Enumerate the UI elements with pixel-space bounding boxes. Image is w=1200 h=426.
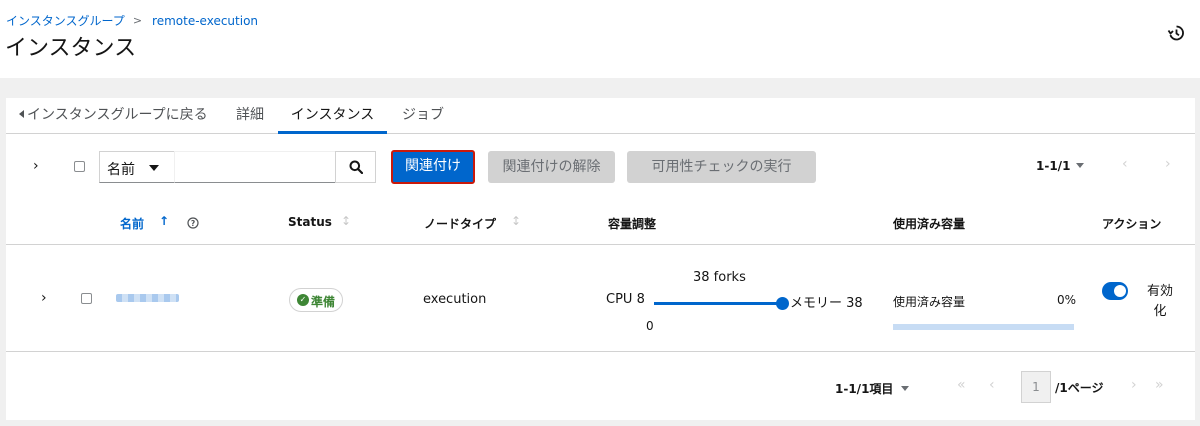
previous-page-icon[interactable]: ‹ <box>1122 156 1128 172</box>
instance-name-link[interactable] <box>116 294 179 302</box>
tab-back-to-instance-groups[interactable]: インスタンスグループに戻る <box>19 98 208 134</box>
column-header-used-capacity: 使用済み容量 <box>893 217 966 231</box>
instances-card: インスタンスグループに戻る 詳細 インスタンス ジョブ › 名前 関連付け 関連… <box>6 98 1195 420</box>
next-page-icon[interactable]: › <box>1131 377 1137 393</box>
breadcrumb: インスタンスグループ > remote-execution <box>6 12 258 29</box>
column-header-name[interactable]: 名前 <box>120 215 144 232</box>
enabled-label: 有効化 <box>1146 284 1173 319</box>
search-button[interactable] <box>335 151 376 183</box>
last-page-icon[interactable]: » <box>1155 377 1164 393</box>
toggle-knob <box>1114 285 1126 297</box>
chevron-down-icon <box>149 165 159 171</box>
column-header-actions: アクション <box>1102 217 1162 231</box>
next-page-icon[interactable]: › <box>1165 156 1171 172</box>
used-capacity-bar <box>893 324 1074 330</box>
history-icon[interactable] <box>1167 24 1185 42</box>
caret-down-icon <box>901 386 910 391</box>
caret-left-icon <box>19 110 24 118</box>
slider-min-label: 0 <box>646 319 654 333</box>
tab-details[interactable]: 詳細 <box>236 98 264 134</box>
filter-attribute-select[interactable]: 名前 <box>99 151 175 183</box>
sort-icon[interactable]: ↕ <box>341 214 351 228</box>
used-capacity-label: 使用済み容量 <box>893 295 966 309</box>
column-header-node-type[interactable]: ノードタイプ <box>424 215 496 232</box>
breadcrumb-separator: > <box>132 14 143 27</box>
cpu-label: CPU 8 <box>606 292 645 307</box>
tab-bar: インスタンスグループに戻る 詳細 インスタンス ジョブ <box>6 98 1195 134</box>
svg-text:?: ? <box>191 219 195 228</box>
enabled-toggle[interactable] <box>1102 282 1128 300</box>
row-divider <box>6 351 1195 352</box>
page-number-input[interactable]: 1 <box>1021 371 1051 403</box>
help-icon[interactable]: ? <box>187 217 199 229</box>
check-circle-icon: ✓ <box>297 294 309 306</box>
tab-instances[interactable]: インスタンス <box>278 98 387 134</box>
sort-icon[interactable]: ↕ <box>511 214 521 228</box>
sort-ascending-icon[interactable]: ↑ <box>159 214 169 228</box>
disassociate-button[interactable]: 関連付けの解除 <box>488 151 615 183</box>
memory-label: メモリー 38 <box>790 296 863 311</box>
status-badge: ✓ 準備 <box>289 288 343 312</box>
top-pagination-toggle[interactable]: 1-1/1 <box>1036 159 1085 173</box>
node-type-value: execution <box>423 292 487 307</box>
forks-value: 38 forks <box>693 270 746 285</box>
page-header: インスタンスグループ > remote-execution インスタンス <box>0 0 1200 78</box>
tab-jobs[interactable]: ジョブ <box>402 98 444 134</box>
previous-page-icon[interactable]: ‹ <box>989 377 995 393</box>
select-all-checkbox[interactable] <box>74 161 85 172</box>
first-page-icon[interactable]: « <box>957 377 966 393</box>
expand-all-chevron-icon[interactable]: › <box>33 158 39 174</box>
caret-down-icon <box>1076 163 1085 168</box>
used-capacity-percent: 0% <box>1057 293 1077 307</box>
capacity-slider-thumb[interactable] <box>776 297 789 310</box>
breadcrumb-current-link[interactable]: remote-execution <box>152 14 258 28</box>
breadcrumb-instance-groups-link[interactable]: インスタンスグループ <box>6 12 125 29</box>
column-header-status[interactable]: Status <box>288 215 332 229</box>
column-header-capacity-adjustment: 容量調整 <box>608 217 657 231</box>
capacity-slider-track[interactable] <box>654 302 784 305</box>
total-pages-label: /1ページ <box>1055 381 1104 395</box>
page-title: インスタンス <box>5 36 137 61</box>
row-checkbox[interactable] <box>81 293 92 304</box>
search-icon <box>349 160 363 174</box>
associate-button[interactable]: 関連付け <box>391 150 475 184</box>
run-health-check-button[interactable]: 可用性チェックの実行 <box>627 151 816 183</box>
row-expand-chevron-icon[interactable]: › <box>41 290 47 306</box>
header-divider <box>6 244 1195 245</box>
search-input[interactable] <box>174 151 336 183</box>
bottom-pagination-toggle[interactable]: 1-1/1項目 <box>835 380 910 397</box>
